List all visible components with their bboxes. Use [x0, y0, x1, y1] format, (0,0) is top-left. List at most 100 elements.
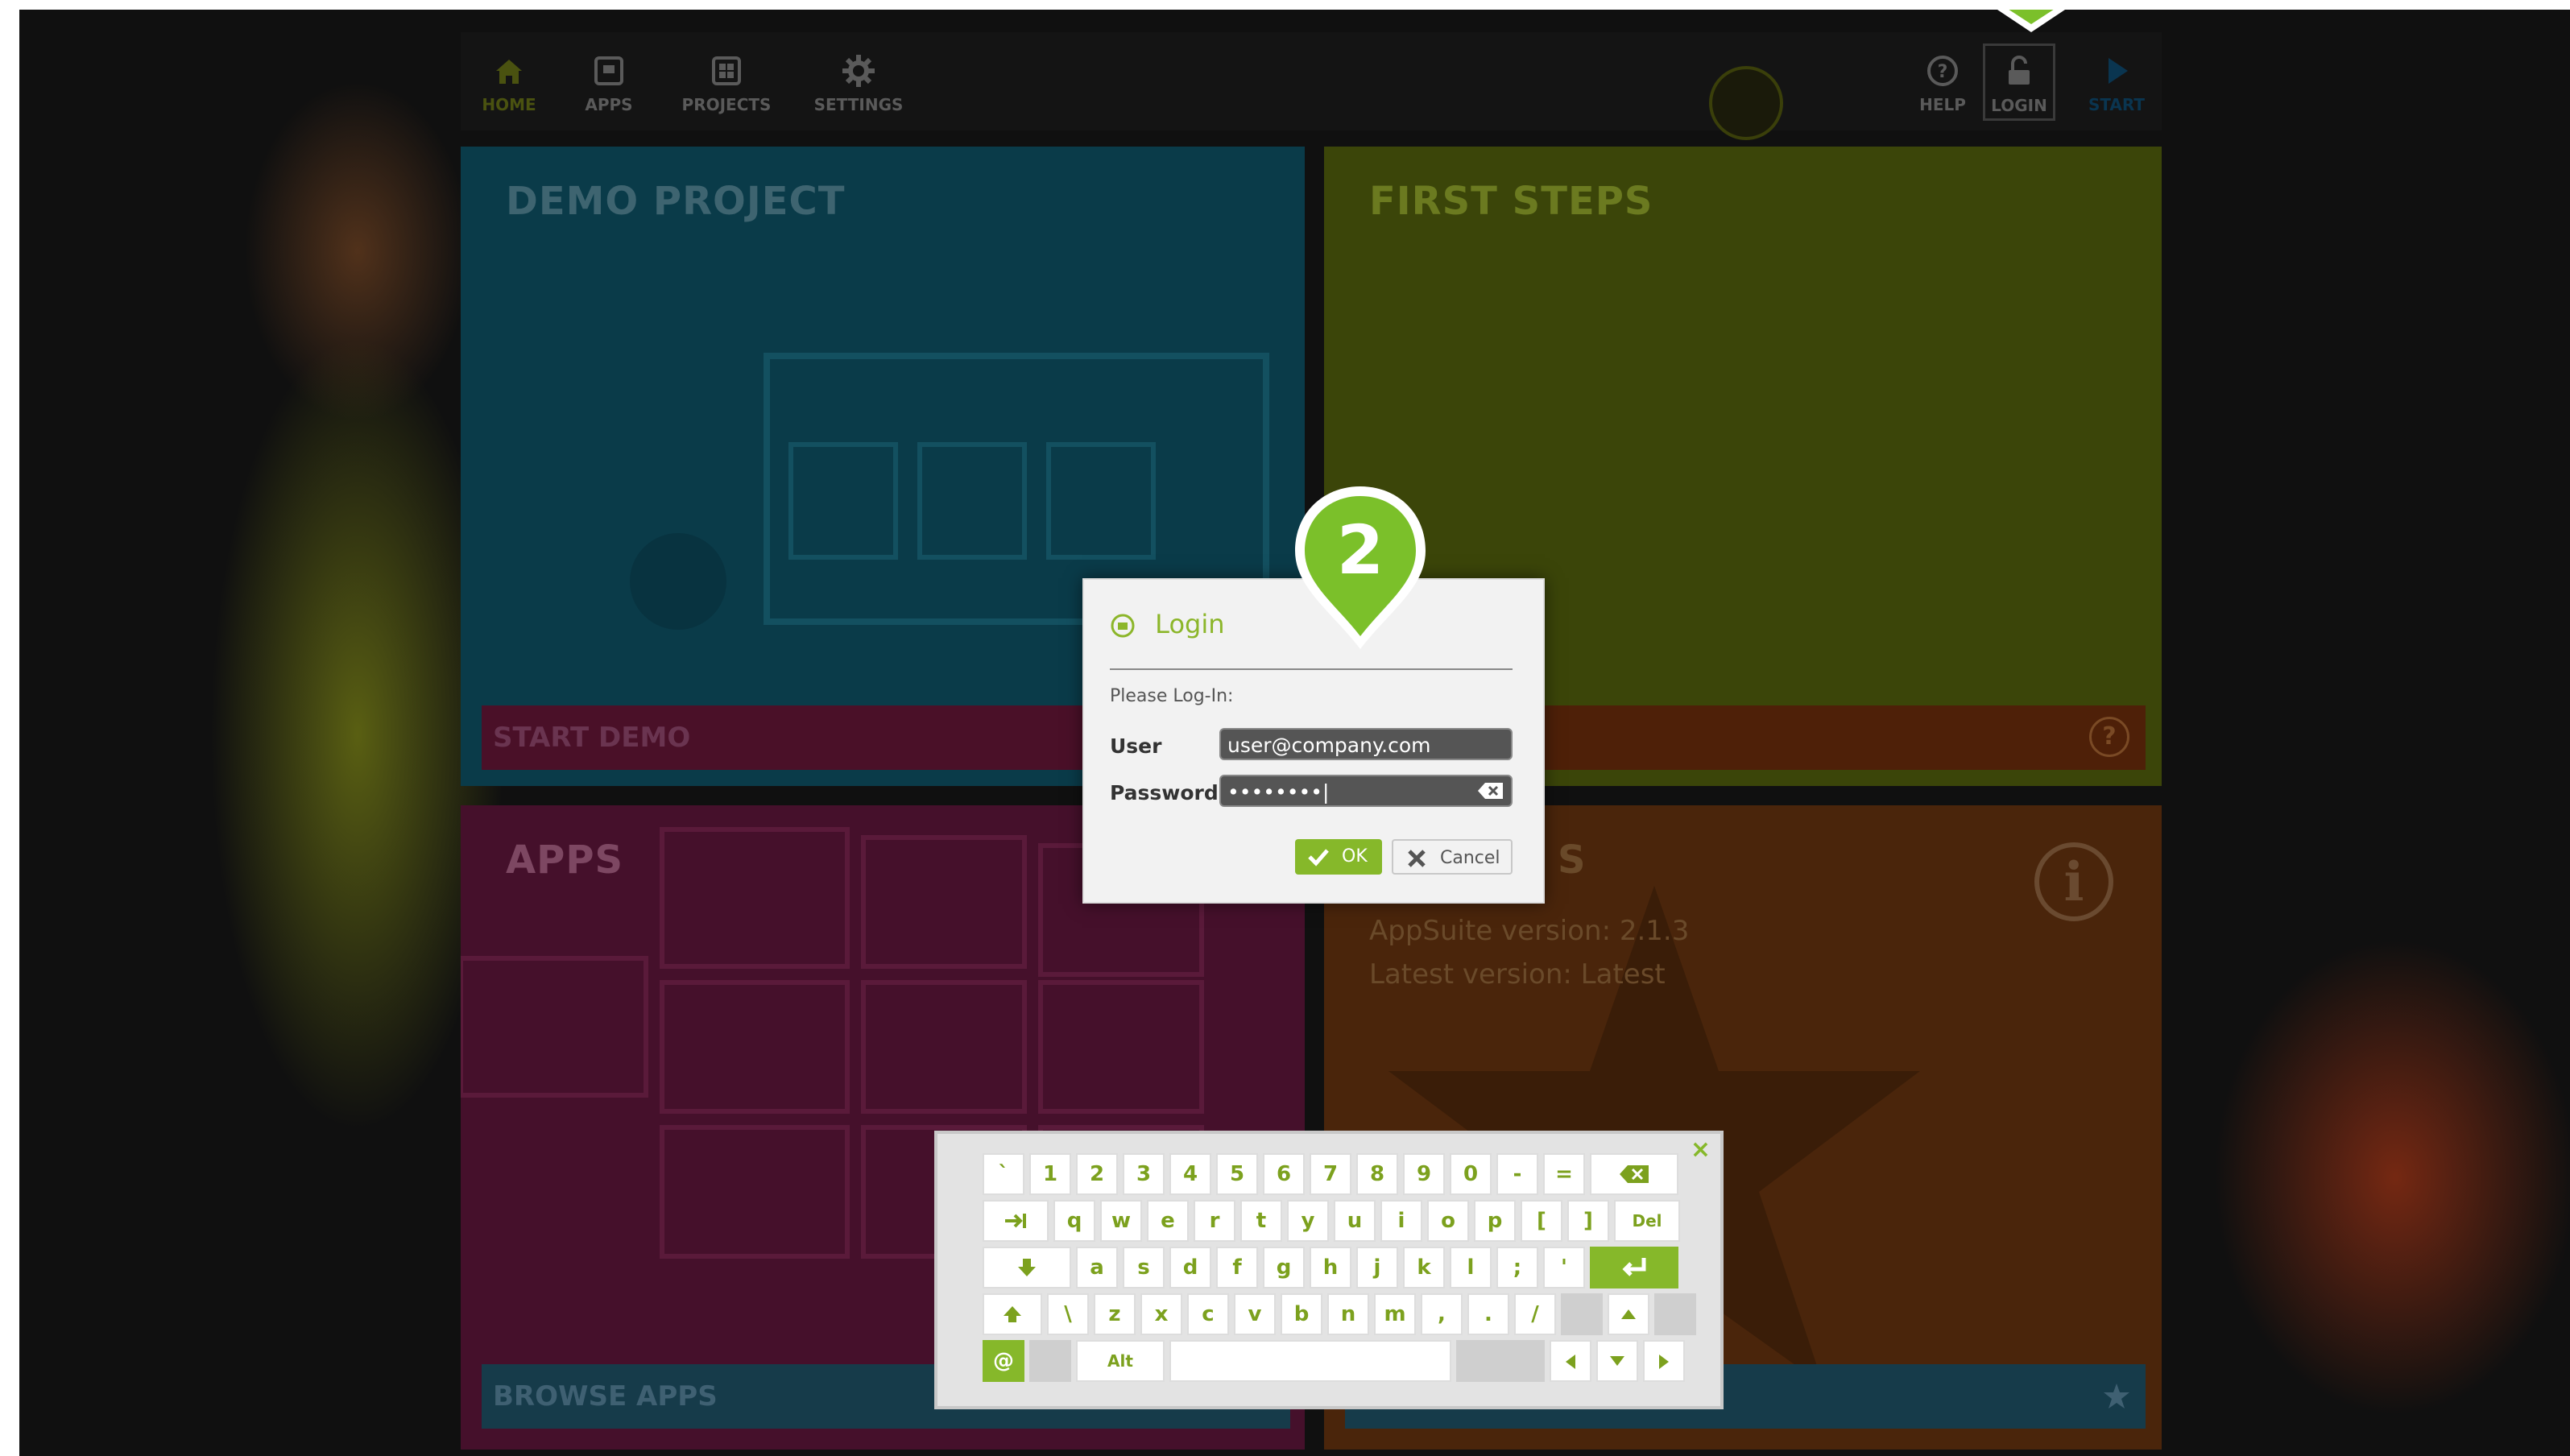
help-circle-icon[interactable]: ?	[2089, 717, 2129, 757]
arrow-right-icon	[1659, 1355, 1669, 1369]
key[interactable]: p	[1474, 1200, 1516, 1242]
nav-home[interactable]: HOME	[461, 53, 557, 114]
password-value: ••••••••|	[1227, 780, 1330, 804]
keyboard-row-2: q w e r t y u i o p [ ] Del	[983, 1200, 1680, 1242]
nav-home-label: HOME	[482, 95, 536, 114]
key[interactable]: y	[1287, 1200, 1329, 1242]
cancel-button[interactable]: Cancel	[1392, 839, 1513, 875]
key[interactable]: ]	[1567, 1200, 1609, 1242]
password-label: Password	[1110, 781, 1219, 805]
info-title-fragment: S	[1558, 838, 1587, 883]
top-nav-bar: HOME APPS PROJECTS SETTINGS ? HELP LOGIN…	[461, 32, 2165, 140]
key[interactable]: 4	[1169, 1153, 1211, 1195]
enter-key[interactable]	[1590, 1247, 1678, 1288]
key[interactable]: '	[1543, 1247, 1585, 1288]
key[interactable]: h	[1310, 1247, 1351, 1288]
star-icon[interactable]	[2102, 1382, 2131, 1411]
login-hint: Please Log-In:	[1110, 686, 1234, 706]
play-icon	[2109, 58, 2128, 84]
key[interactable]: [	[1521, 1200, 1562, 1242]
key[interactable]: m	[1374, 1293, 1416, 1335]
key[interactable]: c	[1187, 1293, 1229, 1335]
login-dialog-title: Login	[1110, 609, 1225, 639]
nav-start-label: START	[2088, 95, 2146, 114]
key[interactable]: u	[1334, 1200, 1376, 1242]
keyboard-close-button[interactable]: ×	[1691, 1135, 1711, 1164]
key[interactable]: i	[1380, 1200, 1422, 1242]
key[interactable]: a	[1076, 1247, 1118, 1288]
key[interactable]: r	[1194, 1200, 1235, 1242]
key[interactable]: 1	[1029, 1153, 1071, 1195]
nav-settings[interactable]: SETTINGS	[810, 53, 907, 114]
key[interactable]: l	[1450, 1247, 1492, 1288]
backspace-icon	[1620, 1165, 1649, 1183]
key[interactable]: 0	[1450, 1153, 1492, 1195]
alt-key[interactable]: Alt	[1076, 1340, 1165, 1382]
key[interactable]: 9	[1403, 1153, 1445, 1195]
nav-start[interactable]: START	[2068, 53, 2165, 114]
key[interactable]: e	[1147, 1200, 1189, 1242]
arrow-left-icon	[1566, 1355, 1575, 1369]
user-field[interactable]: user@company.com	[1219, 728, 1513, 760]
keyboard-row-1: ` 1 2 3 4 5 6 7 8 9 0 - =	[983, 1153, 1678, 1195]
enter-icon	[1622, 1258, 1646, 1276]
svg-text:?: ?	[1938, 62, 1948, 82]
key[interactable]: n	[1327, 1293, 1369, 1335]
key[interactable]: ;	[1496, 1247, 1538, 1288]
key[interactable]: -	[1496, 1153, 1538, 1195]
key[interactable]: o	[1427, 1200, 1469, 1242]
key[interactable]: d	[1169, 1247, 1211, 1288]
arrow-up-key[interactable]	[1608, 1293, 1649, 1335]
nav-apps[interactable]: APPS	[561, 53, 657, 114]
key[interactable]: ,	[1421, 1293, 1463, 1335]
arrow-left-key[interactable]	[1550, 1340, 1591, 1382]
key[interactable]: z	[1094, 1293, 1136, 1335]
key[interactable]: f	[1216, 1247, 1258, 1288]
key[interactable]: `	[983, 1153, 1024, 1195]
key[interactable]: g	[1263, 1247, 1305, 1288]
on-screen-keyboard: × ` 1 2 3 4 5 6 7 8 9 0 - = q w e r t y …	[934, 1131, 1724, 1409]
key[interactable]: t	[1240, 1200, 1282, 1242]
clear-field-icon[interactable]	[1477, 781, 1504, 800]
ok-button[interactable]: OK	[1295, 839, 1382, 875]
key[interactable]: /	[1514, 1293, 1556, 1335]
key[interactable]: k	[1403, 1247, 1445, 1288]
key[interactable]: q	[1053, 1200, 1095, 1242]
key[interactable]: w	[1100, 1200, 1142, 1242]
password-field[interactable]: ••••••••|	[1219, 775, 1513, 807]
caps-lock-key[interactable]	[983, 1247, 1071, 1288]
key[interactable]: s	[1123, 1247, 1165, 1288]
nav-projects-label: PROJECTS	[681, 95, 772, 114]
key[interactable]: x	[1140, 1293, 1182, 1335]
key[interactable]: =	[1543, 1153, 1585, 1195]
info-icon: i	[2034, 842, 2113, 921]
key[interactable]: .	[1467, 1293, 1509, 1335]
shift-key[interactable]	[983, 1293, 1042, 1335]
at-key[interactable]: @	[983, 1340, 1024, 1382]
key[interactable]: 5	[1216, 1153, 1258, 1195]
key[interactable]: b	[1281, 1293, 1322, 1335]
tab-icon	[1005, 1214, 1026, 1228]
key[interactable]: v	[1234, 1293, 1276, 1335]
backspace-key[interactable]	[1590, 1153, 1678, 1195]
arrow-down-key[interactable]	[1596, 1340, 1638, 1382]
dialog-divider	[1110, 668, 1513, 670]
demo-project-title: DEMO PROJECT	[506, 179, 846, 224]
nav-help[interactable]: ? HELP	[1894, 53, 1991, 114]
nav-login[interactable]: LOGIN	[1983, 43, 2055, 121]
key[interactable]: j	[1356, 1247, 1398, 1288]
nav-projects[interactable]: PROJECTS	[678, 53, 775, 114]
tab-key[interactable]	[983, 1200, 1049, 1242]
key[interactable]: 6	[1263, 1153, 1305, 1195]
key[interactable]: \	[1047, 1293, 1089, 1335]
key[interactable]: 7	[1310, 1153, 1351, 1195]
arrow-right-key[interactable]	[1643, 1340, 1685, 1382]
help-icon: ?	[1927, 56, 1958, 86]
lock-icon	[2009, 56, 2030, 85]
key[interactable]: 8	[1356, 1153, 1398, 1195]
latest-version: Latest version: Latest	[1369, 958, 1666, 991]
key[interactable]: 3	[1123, 1153, 1165, 1195]
space-key[interactable]	[1169, 1340, 1451, 1382]
key[interactable]: 2	[1076, 1153, 1118, 1195]
delete-key[interactable]: Del	[1614, 1200, 1680, 1242]
